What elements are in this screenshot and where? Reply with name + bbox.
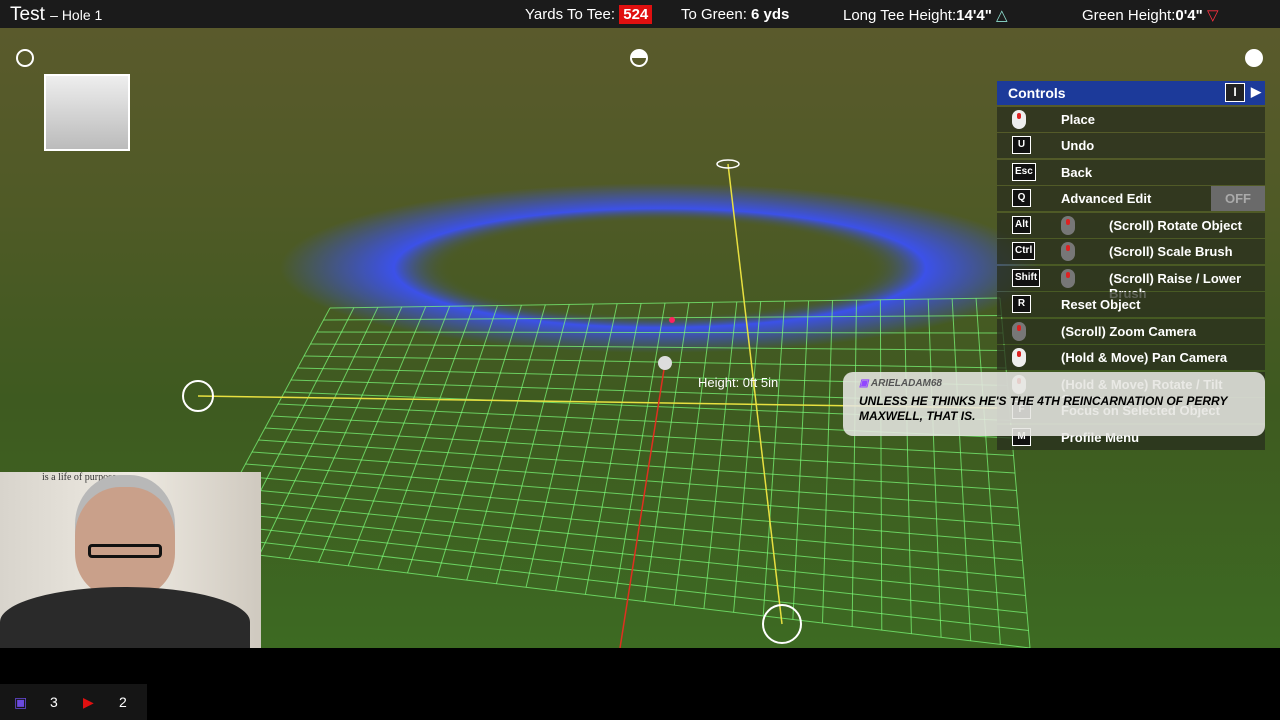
control-row: R Reset Object bbox=[997, 292, 1265, 317]
long-tee-height: Long Tee Height:14'4" △ bbox=[843, 6, 1008, 24]
control-label: Back bbox=[1061, 164, 1093, 180]
green-height: Green Height:0'4" ▽ bbox=[1082, 6, 1218, 24]
control-row: U Undo bbox=[997, 133, 1265, 158]
yards-to-tee: Yards To Tee: 524 bbox=[525, 5, 653, 24]
grid-line bbox=[199, 547, 1031, 648]
viewer-counts: ▣ 3 ▶ 2 bbox=[0, 684, 147, 720]
height-readout: Height: 0ft 5in bbox=[698, 375, 779, 390]
key-q: Q bbox=[1012, 189, 1031, 207]
key-alt: Alt bbox=[1012, 215, 1032, 234]
person bbox=[75, 487, 175, 597]
control-label: (Scroll) Scale Brush bbox=[1109, 244, 1233, 259]
value: 14'4" bbox=[956, 7, 992, 24]
label: Yards To Tee: bbox=[525, 6, 616, 23]
key-u: U bbox=[1012, 136, 1031, 154]
control-label: (Scroll) Zoom Camera bbox=[1061, 323, 1197, 339]
label: To Green: bbox=[681, 6, 747, 23]
grid-line bbox=[238, 475, 1022, 544]
key-esc: Esc bbox=[1012, 162, 1036, 181]
collapse-arrow-icon[interactable]: ▶ bbox=[1251, 84, 1261, 100]
twitch-icon: ▣ bbox=[859, 378, 869, 389]
glasses bbox=[88, 544, 162, 558]
webcam-feed: is a life of purpose. bbox=[0, 472, 261, 648]
shirt bbox=[0, 587, 250, 648]
triangle-down-icon: ▽ bbox=[1206, 7, 1219, 24]
key-r: R bbox=[1012, 295, 1031, 313]
page-title: Test – Hole 1 bbox=[10, 4, 102, 26]
grid-line bbox=[219, 511, 1026, 596]
control-row: Esc Back bbox=[997, 159, 1265, 185]
triangle-up-icon: △ bbox=[996, 7, 1008, 24]
control-label: Reset Object bbox=[1061, 297, 1141, 312]
grid-line bbox=[245, 463, 1020, 526]
label: Long Tee Height: bbox=[843, 7, 957, 24]
control-row: Ctrl (Scroll) Scale Brush bbox=[997, 239, 1265, 264]
controls-header[interactable]: Controls I ▶ bbox=[997, 81, 1265, 105]
to-green: To Green: 6 yds bbox=[681, 6, 789, 23]
control-row: Alt (Scroll) Rotate Object bbox=[997, 212, 1265, 238]
pivot-point bbox=[658, 356, 672, 370]
chat-username: ARIELADAM68 bbox=[870, 378, 942, 389]
toggle-key[interactable]: I bbox=[1225, 83, 1245, 102]
object-thumbnail[interactable] bbox=[44, 74, 130, 151]
view-option-2[interactable] bbox=[630, 49, 648, 67]
control-row: (Scroll) Zoom Camera bbox=[997, 318, 1265, 344]
control-row: Q Advanced Edit OFF bbox=[997, 186, 1265, 211]
grid-line bbox=[232, 487, 1023, 561]
course-name: Test bbox=[10, 4, 45, 25]
key-ctrl: Ctrl bbox=[1012, 242, 1036, 260]
grid-line bbox=[303, 355, 1007, 369]
mouse-middle-click-icon bbox=[1012, 348, 1026, 367]
youtube-viewer-count: 2 bbox=[119, 694, 127, 710]
view-option-3[interactable] bbox=[1245, 49, 1263, 67]
chat-text: Unless he thinks he's the 4th reincarnat… bbox=[859, 394, 1228, 423]
control-row: (Hold & Move) Pan Camera bbox=[997, 345, 1265, 370]
grid-line bbox=[258, 439, 1017, 491]
control-label: (Hold & Move) Pan Camera bbox=[1061, 350, 1228, 365]
control-label: Undo bbox=[1061, 138, 1095, 153]
twitch-viewer-count: 3 bbox=[50, 694, 58, 710]
stream-footer bbox=[0, 648, 1280, 720]
chat-message: ▣ ARIELADAM68 Unless he thinks he's the … bbox=[843, 372, 1265, 436]
control-row: Place bbox=[997, 106, 1265, 132]
view-option-1[interactable] bbox=[16, 49, 34, 67]
pin-marker bbox=[669, 317, 675, 323]
control-label: Place bbox=[1061, 111, 1095, 127]
webcam-caption: is a life of purpose. bbox=[42, 472, 119, 483]
controls-title: Controls bbox=[1008, 85, 1066, 101]
control-label: (Scroll) Rotate Object bbox=[1109, 217, 1242, 233]
grid-line bbox=[212, 523, 1028, 614]
mouse-scroll-icon bbox=[1012, 321, 1026, 341]
yards-badge: 524 bbox=[619, 5, 653, 24]
brush-ring bbox=[280, 183, 1040, 353]
twitch-icon: ▣ bbox=[14, 694, 28, 710]
key-shift: Shift bbox=[1012, 268, 1041, 287]
label: Green Height: bbox=[1082, 7, 1176, 24]
mouse-scroll-icon bbox=[1061, 268, 1075, 288]
mouse-scroll-icon bbox=[1061, 215, 1075, 235]
control-label: Advanced Edit bbox=[1061, 191, 1152, 206]
control-row: Shift(Scroll) Raise / Lower Brush bbox=[997, 265, 1265, 301]
mouse-left-click-icon bbox=[1012, 109, 1026, 129]
mouse-scroll-icon bbox=[1061, 242, 1075, 261]
value: 0'4" bbox=[1175, 7, 1203, 24]
top-bar: Test – Hole 1 Yards To Tee: 524 To Green… bbox=[0, 0, 1280, 28]
hole-label: – Hole 1 bbox=[50, 7, 103, 23]
grid-line bbox=[251, 451, 1019, 509]
value: 6 yds bbox=[751, 6, 790, 23]
youtube-icon: ▶ bbox=[83, 694, 94, 710]
advanced-edit-toggle[interactable]: OFF bbox=[1211, 186, 1265, 211]
